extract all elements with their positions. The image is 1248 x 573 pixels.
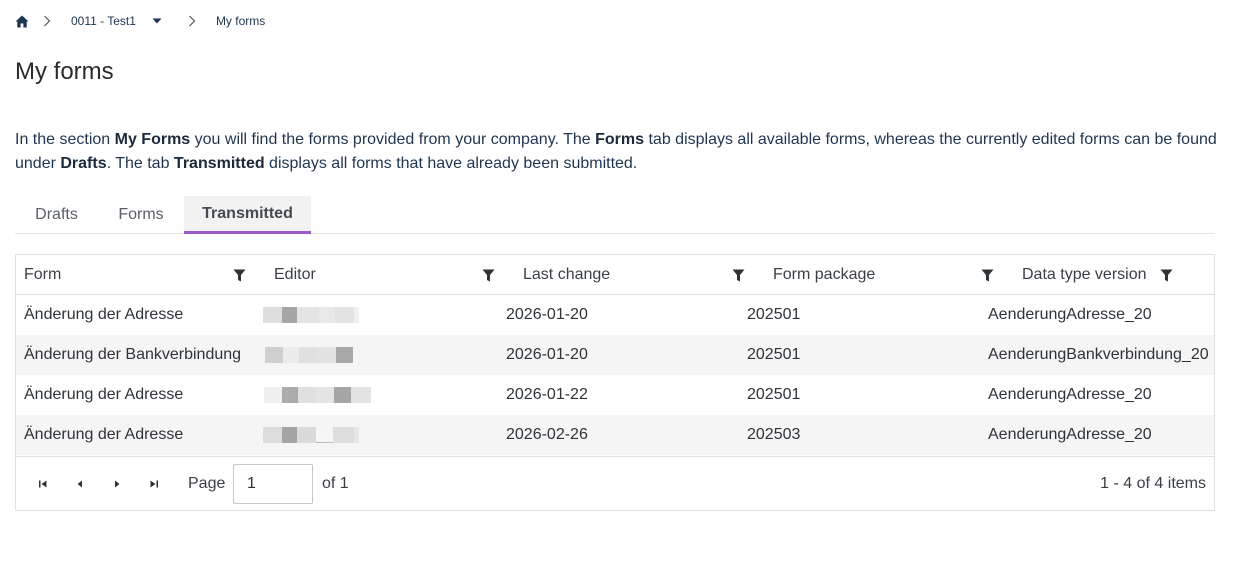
- editor-redacted: [265, 347, 353, 363]
- breadcrumb-company[interactable]: 0011 - Test1: [71, 14, 136, 28]
- grid-header: Form Editor Last change Form package Dat…: [16, 255, 1214, 295]
- column-header-last-change[interactable]: Last change: [523, 255, 610, 295]
- editor-redacted: [263, 307, 359, 323]
- page-count-label: of 1: [322, 475, 349, 492]
- page-number-input[interactable]: [233, 464, 313, 504]
- filter-icon[interactable]: [480, 267, 496, 283]
- cell-last-change: 2026-02-26: [506, 426, 588, 443]
- intro-text: In the section My Forms you will find th…: [15, 131, 1217, 172]
- column-header-data-type-version[interactable]: Data type version: [1022, 255, 1147, 295]
- filter-icon[interactable]: [1158, 267, 1174, 283]
- page-label: Page: [188, 475, 226, 492]
- cell-form-package: 202501: [747, 306, 801, 323]
- cell-last-change: 2026-01-20: [506, 306, 588, 323]
- breadcrumb: 0011 - Test1 My forms: [15, 12, 265, 30]
- column-header-editor[interactable]: Editor: [274, 255, 316, 295]
- filter-icon[interactable]: [730, 267, 746, 283]
- first-page-icon[interactable]: [35, 476, 51, 492]
- cell-form: Änderung der Adresse: [24, 306, 184, 323]
- cell-form-package: 202503: [747, 426, 801, 443]
- items-count-label: 1 - 4 of 4 items: [1100, 475, 1206, 492]
- last-page-icon[interactable]: [146, 476, 162, 492]
- pager: Page of 1 1 - 4 of 4 items: [16, 456, 1214, 510]
- tab-transmitted[interactable]: Transmitted: [184, 196, 311, 234]
- cell-last-change: 2026-01-20: [506, 346, 588, 363]
- cell-data-type-version: AenderungBankverbindung_20: [988, 346, 1209, 363]
- cell-form-package: 202501: [747, 346, 801, 363]
- column-header-form-package[interactable]: Form package: [773, 255, 875, 295]
- cell-form: Änderung der Adresse: [24, 386, 184, 403]
- table-row[interactable]: Änderung der Adresse 2026-02-26 202503 A…: [16, 415, 1214, 455]
- column-header-form[interactable]: Form: [24, 255, 61, 295]
- table-row[interactable]: Änderung der Adresse 2026-01-22 202501 A…: [16, 375, 1214, 415]
- chevron-right-icon: [188, 15, 208, 27]
- tab-forms[interactable]: Forms: [103, 196, 179, 234]
- table-row[interactable]: Änderung der Bankverbindung 2026-01-20 2…: [16, 335, 1214, 375]
- cell-form: Änderung der Adresse: [24, 426, 184, 443]
- tab-bar: Drafts Forms Transmitted: [15, 196, 1215, 234]
- page-title: My forms: [15, 58, 114, 85]
- forms-grid: Form Editor Last change Form package Dat…: [15, 254, 1215, 511]
- next-page-icon[interactable]: [109, 476, 125, 492]
- cell-last-change: 2026-01-22: [506, 386, 588, 403]
- chevron-right-icon: [43, 15, 63, 27]
- editor-redacted: [263, 427, 359, 443]
- cell-data-type-version: AenderungAdresse_20: [988, 426, 1152, 443]
- cell-form-package: 202501: [747, 386, 801, 403]
- previous-page-icon[interactable]: [72, 476, 88, 492]
- tab-drafts[interactable]: Drafts: [15, 196, 98, 234]
- cell-data-type-version: AenderungAdresse_20: [988, 306, 1152, 323]
- home-icon[interactable]: [15, 14, 29, 28]
- filter-icon[interactable]: [979, 267, 995, 283]
- breadcrumb-current: My forms: [215, 14, 266, 28]
- chevron-down-icon[interactable]: [152, 18, 162, 24]
- filter-icon[interactable]: [231, 267, 247, 283]
- cell-form: Änderung der Bankverbindung: [24, 346, 242, 363]
- table-row[interactable]: Änderung der Adresse 2026-01-20 202501 A…: [16, 295, 1214, 335]
- editor-redacted: [264, 387, 371, 403]
- cell-data-type-version: AenderungAdresse_20: [988, 386, 1152, 403]
